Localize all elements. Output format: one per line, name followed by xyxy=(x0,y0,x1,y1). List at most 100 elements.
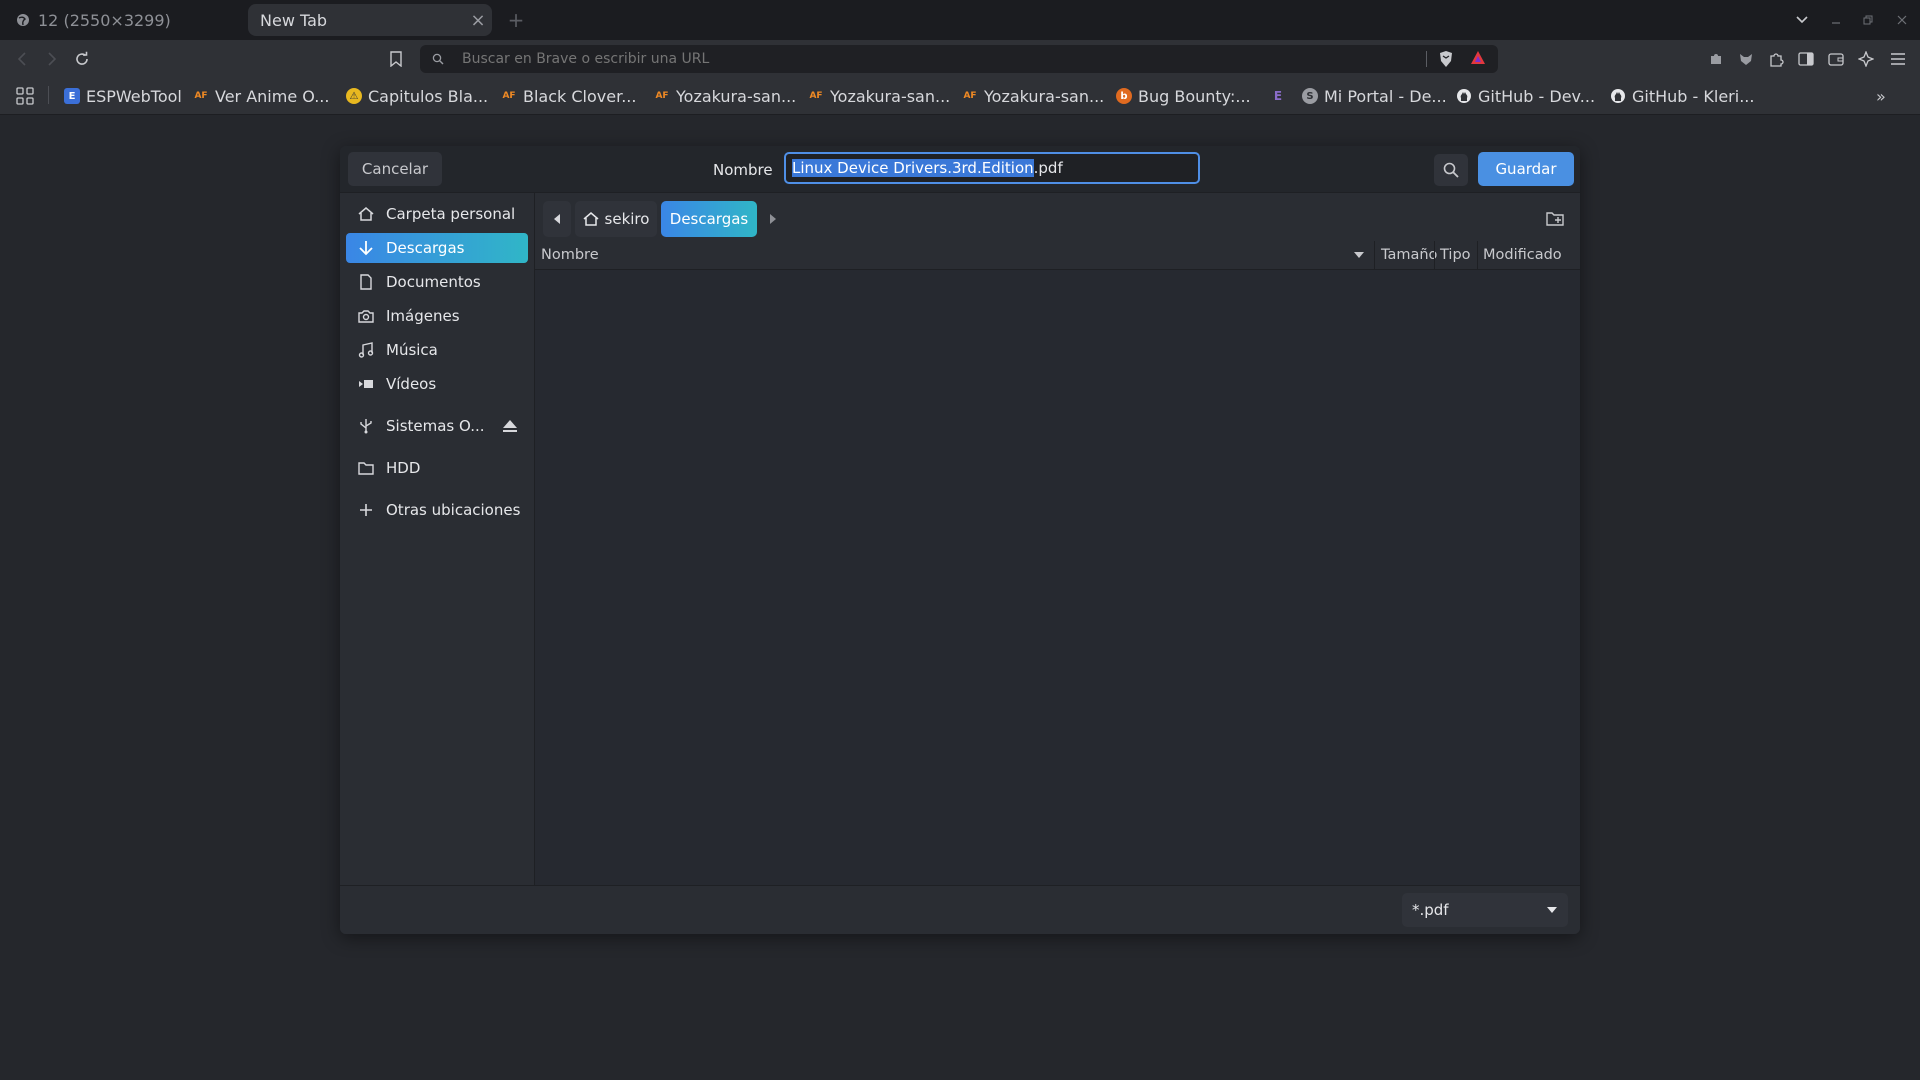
minimize-icon[interactable] xyxy=(1826,10,1846,30)
bookmark-item[interactable]: E ESPWebTool xyxy=(64,86,182,106)
sidebar-item-videos[interactable]: Vídeos xyxy=(346,369,528,399)
chevron-down-icon xyxy=(1546,906,1558,914)
extensions-icon[interactable] xyxy=(1766,49,1786,69)
bookmark-label: Ver Anime O... xyxy=(215,86,330,106)
bookmark-item[interactable]: b Bug Bounty:... xyxy=(1116,86,1251,106)
filter-value: *.pdf xyxy=(1412,901,1449,919)
leo-ai-icon[interactable] xyxy=(1856,49,1876,69)
bookmark-label: Capitulos Bla... xyxy=(368,86,489,106)
restore-icon[interactable] xyxy=(1858,10,1878,30)
tab-search-chevron-icon[interactable] xyxy=(1792,10,1812,30)
sidebar-item-pictures[interactable]: Imágenes xyxy=(346,301,528,331)
usb-icon xyxy=(356,418,376,434)
bookmark-item[interactable]: E xyxy=(1270,86,1292,106)
filename-extension: .pdf xyxy=(1033,159,1063,177)
filename-selected-text: Linux Device Drivers.3rd.Edition xyxy=(792,159,1034,177)
column-type[interactable]: Tipo xyxy=(1440,247,1471,263)
filename-input[interactable]: Linux Device Drivers.3rd.Edition .pdf xyxy=(784,152,1200,184)
brave-shields-icon[interactable] xyxy=(1438,50,1454,68)
puzzle-extension-icon[interactable] xyxy=(1706,49,1726,69)
sidebar-item-label: HDD xyxy=(386,459,421,477)
sort-descending-icon[interactable] xyxy=(1353,251,1365,259)
bookmark-item[interactable]: ⚠ Capitulos Bla... xyxy=(346,86,488,106)
bookmark-item[interactable]: GitHub - Dev... xyxy=(1456,86,1595,106)
reload-icon[interactable] xyxy=(72,49,92,69)
path-segment-current[interactable]: Descargas xyxy=(661,201,757,237)
bookmark-icon[interactable] xyxy=(386,49,406,69)
search-button[interactable] xyxy=(1434,154,1468,186)
sidebar-item-documents[interactable]: Documentos xyxy=(346,267,528,297)
path-back-button[interactable] xyxy=(543,201,571,237)
dialog-footer: *.pdf xyxy=(340,885,1580,934)
github-icon xyxy=(1456,88,1472,104)
bookmark-item[interactable]: AF Yozakura-san... xyxy=(962,86,1104,106)
download-icon xyxy=(356,240,376,256)
address-bar[interactable] xyxy=(420,45,1498,73)
filename-label: Nombre xyxy=(713,161,773,179)
sidebar-item-hdd[interactable]: HDD xyxy=(346,453,528,483)
sidebar-item-downloads[interactable]: Descargas xyxy=(346,233,528,263)
sidebar-item-music[interactable]: Música xyxy=(346,335,528,365)
file-type-filter-select[interactable]: *.pdf xyxy=(1402,893,1568,927)
column-size[interactable]: Tamaño xyxy=(1381,247,1437,263)
fox-extension-icon[interactable] xyxy=(1736,49,1756,69)
sidebar-item-label: Carpeta personal xyxy=(386,205,516,223)
sidebar-item-label: Vídeos xyxy=(386,375,437,393)
sidebar-item-label: Descargas xyxy=(386,239,465,257)
places-sidebar: Carpeta personal Descargas Documentos Im… xyxy=(340,193,535,885)
sidebar-item-label: Otras ubicaciones xyxy=(386,501,521,519)
tab-new-tab[interactable]: New Tab × xyxy=(248,4,492,36)
bookmark-item[interactable]: S Mi Portal - De... xyxy=(1302,86,1447,106)
bookmark-item[interactable]: AF Yozakura-san... xyxy=(808,86,950,106)
wallet-icon[interactable] xyxy=(1826,49,1846,69)
dialog-header: Cancelar Nombre Linux Device Drivers.3rd… xyxy=(340,146,1580,193)
menu-icon[interactable] xyxy=(1888,49,1908,69)
bookmark-item[interactable]: AF Black Clover... xyxy=(501,86,636,106)
path-segment-label: Descargas xyxy=(669,210,749,228)
bookmark-label: Yozakura-san... xyxy=(984,86,1105,106)
path-segment-label: sekiro xyxy=(604,210,650,228)
sidebar-toggle-icon[interactable] xyxy=(1796,49,1816,69)
sidebar-item-usb-drive[interactable]: Sistemas O... xyxy=(346,411,528,441)
sidebar-item-label: Música xyxy=(386,341,438,359)
brave-rewards-icon[interactable] xyxy=(1470,50,1486,66)
bookmark-item[interactable]: AF Ver Anime O... xyxy=(193,86,329,106)
search-icon xyxy=(1443,162,1459,178)
column-name[interactable]: Nombre xyxy=(541,247,599,263)
bugcrowd-icon: b xyxy=(1116,88,1132,104)
tab-title: New Tab xyxy=(260,10,328,30)
bookmark-label: Bug Bounty:... xyxy=(1138,86,1251,106)
bookmarks-overflow-button[interactable]: » xyxy=(1876,86,1886,106)
animeflv-icon: AF xyxy=(963,91,977,101)
bookmark-item[interactable]: GitHub - Kleri... xyxy=(1610,86,1754,106)
document-icon xyxy=(356,274,376,290)
file-list[interactable] xyxy=(535,270,1580,885)
sidebar-item-other-locations[interactable]: Otras ubicaciones xyxy=(346,495,528,525)
save-button[interactable]: Guardar xyxy=(1478,152,1574,186)
portal-icon: S xyxy=(1302,88,1318,104)
column-modified[interactable]: Modificado xyxy=(1483,247,1562,263)
bookmark-item[interactable]: AF Yozakura-san... xyxy=(654,86,796,106)
sidebar-item-label: Sistemas O... xyxy=(386,417,485,435)
column-divider xyxy=(1374,241,1375,269)
eject-icon[interactable] xyxy=(502,419,518,433)
new-folder-button[interactable] xyxy=(1538,203,1572,235)
url-input[interactable] xyxy=(460,50,1424,68)
close-tab-icon[interactable]: × xyxy=(464,10,492,31)
animeflv-icon: AF xyxy=(809,91,823,101)
path-segment-home[interactable]: sekiro xyxy=(575,201,657,237)
cancel-button[interactable]: Cancelar xyxy=(348,152,442,186)
apps-grid-icon[interactable] xyxy=(16,86,34,106)
column-header: Nombre Tamaño Tipo Modificado xyxy=(535,241,1580,270)
tab-title: 12 (2550×3299) xyxy=(38,10,171,30)
back-icon[interactable] xyxy=(12,49,32,69)
path-forward-button[interactable] xyxy=(761,201,785,237)
new-tab-button[interactable]: + xyxy=(504,8,528,32)
forward-icon[interactable] xyxy=(42,49,62,69)
chevron-left-icon xyxy=(553,213,561,225)
animeflv-icon: AF xyxy=(502,91,516,101)
bookmark-label: Mi Portal - De... xyxy=(1324,86,1447,106)
tab-image[interactable]: 12 (2550×3299) xyxy=(8,4,240,36)
sidebar-item-home[interactable]: Carpeta personal xyxy=(346,199,528,229)
close-window-icon[interactable] xyxy=(1892,10,1912,30)
